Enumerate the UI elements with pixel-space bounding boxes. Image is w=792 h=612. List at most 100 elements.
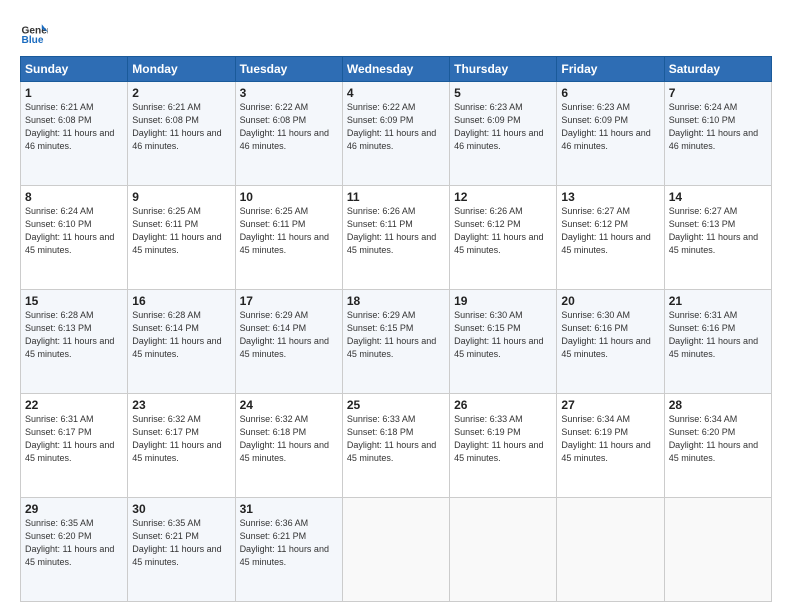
day-number: 30: [132, 502, 230, 516]
day-info: Sunrise: 6:32 AMSunset: 6:18 PMDaylight:…: [240, 414, 329, 463]
day-number: 22: [25, 398, 123, 412]
day-number: 26: [454, 398, 552, 412]
calendar-table: SundayMondayTuesdayWednesdayThursdayFrid…: [20, 56, 772, 602]
day-cell: 17 Sunrise: 6:29 AMSunset: 6:14 PMDaylig…: [235, 290, 342, 394]
day-cell: 30 Sunrise: 6:35 AMSunset: 6:21 PMDaylig…: [128, 498, 235, 602]
weekday-header: Saturday: [664, 57, 771, 82]
day-info: Sunrise: 6:22 AMSunset: 6:09 PMDaylight:…: [347, 102, 436, 151]
day-number: 9: [132, 190, 230, 204]
day-number: 11: [347, 190, 445, 204]
day-cell: 7 Sunrise: 6:24 AMSunset: 6:10 PMDayligh…: [664, 82, 771, 186]
day-cell: [664, 498, 771, 602]
day-number: 5: [454, 86, 552, 100]
day-number: 18: [347, 294, 445, 308]
day-cell: 11 Sunrise: 6:26 AMSunset: 6:11 PMDaylig…: [342, 186, 449, 290]
day-cell: 28 Sunrise: 6:34 AMSunset: 6:20 PMDaylig…: [664, 394, 771, 498]
day-number: 2: [132, 86, 230, 100]
day-cell: [342, 498, 449, 602]
day-info: Sunrise: 6:31 AMSunset: 6:16 PMDaylight:…: [669, 310, 758, 359]
day-info: Sunrise: 6:33 AMSunset: 6:18 PMDaylight:…: [347, 414, 436, 463]
day-cell: 14 Sunrise: 6:27 AMSunset: 6:13 PMDaylig…: [664, 186, 771, 290]
day-info: Sunrise: 6:36 AMSunset: 6:21 PMDaylight:…: [240, 518, 329, 567]
logo: General Blue: [20, 18, 48, 46]
day-number: 23: [132, 398, 230, 412]
weekday-header: Tuesday: [235, 57, 342, 82]
day-info: Sunrise: 6:26 AMSunset: 6:12 PMDaylight:…: [454, 206, 543, 255]
day-cell: 23 Sunrise: 6:32 AMSunset: 6:17 PMDaylig…: [128, 394, 235, 498]
day-number: 10: [240, 190, 338, 204]
logo-icon: General Blue: [20, 18, 48, 46]
day-number: 28: [669, 398, 767, 412]
day-info: Sunrise: 6:24 AMSunset: 6:10 PMDaylight:…: [25, 206, 114, 255]
week-row: 1 Sunrise: 6:21 AMSunset: 6:08 PMDayligh…: [21, 82, 772, 186]
day-info: Sunrise: 6:32 AMSunset: 6:17 PMDaylight:…: [132, 414, 221, 463]
day-number: 27: [561, 398, 659, 412]
day-number: 14: [669, 190, 767, 204]
day-number: 16: [132, 294, 230, 308]
day-info: Sunrise: 6:29 AMSunset: 6:14 PMDaylight:…: [240, 310, 329, 359]
day-info: Sunrise: 6:35 AMSunset: 6:20 PMDaylight:…: [25, 518, 114, 567]
weekday-header-row: SundayMondayTuesdayWednesdayThursdayFrid…: [21, 57, 772, 82]
weekday-header: Sunday: [21, 57, 128, 82]
day-info: Sunrise: 6:33 AMSunset: 6:19 PMDaylight:…: [454, 414, 543, 463]
day-info: Sunrise: 6:23 AMSunset: 6:09 PMDaylight:…: [561, 102, 650, 151]
day-cell: [557, 498, 664, 602]
day-cell: 1 Sunrise: 6:21 AMSunset: 6:08 PMDayligh…: [21, 82, 128, 186]
day-cell: 12 Sunrise: 6:26 AMSunset: 6:12 PMDaylig…: [450, 186, 557, 290]
week-row: 8 Sunrise: 6:24 AMSunset: 6:10 PMDayligh…: [21, 186, 772, 290]
day-number: 20: [561, 294, 659, 308]
day-number: 15: [25, 294, 123, 308]
day-cell: 2 Sunrise: 6:21 AMSunset: 6:08 PMDayligh…: [128, 82, 235, 186]
day-cell: 3 Sunrise: 6:22 AMSunset: 6:08 PMDayligh…: [235, 82, 342, 186]
day-number: 7: [669, 86, 767, 100]
day-cell: 21 Sunrise: 6:31 AMSunset: 6:16 PMDaylig…: [664, 290, 771, 394]
day-info: Sunrise: 6:28 AMSunset: 6:14 PMDaylight:…: [132, 310, 221, 359]
day-cell: 29 Sunrise: 6:35 AMSunset: 6:20 PMDaylig…: [21, 498, 128, 602]
day-number: 24: [240, 398, 338, 412]
day-number: 4: [347, 86, 445, 100]
day-info: Sunrise: 6:22 AMSunset: 6:08 PMDaylight:…: [240, 102, 329, 151]
day-cell: 24 Sunrise: 6:32 AMSunset: 6:18 PMDaylig…: [235, 394, 342, 498]
day-number: 8: [25, 190, 123, 204]
day-info: Sunrise: 6:30 AMSunset: 6:15 PMDaylight:…: [454, 310, 543, 359]
day-cell: 5 Sunrise: 6:23 AMSunset: 6:09 PMDayligh…: [450, 82, 557, 186]
day-cell: 4 Sunrise: 6:22 AMSunset: 6:09 PMDayligh…: [342, 82, 449, 186]
day-number: 6: [561, 86, 659, 100]
day-number: 25: [347, 398, 445, 412]
calendar-page: General Blue SundayMondayTuesdayWednesda…: [0, 0, 792, 612]
day-number: 29: [25, 502, 123, 516]
week-row: 22 Sunrise: 6:31 AMSunset: 6:17 PMDaylig…: [21, 394, 772, 498]
day-cell: 18 Sunrise: 6:29 AMSunset: 6:15 PMDaylig…: [342, 290, 449, 394]
day-info: Sunrise: 6:24 AMSunset: 6:10 PMDaylight:…: [669, 102, 758, 151]
day-number: 13: [561, 190, 659, 204]
day-cell: 22 Sunrise: 6:31 AMSunset: 6:17 PMDaylig…: [21, 394, 128, 498]
day-cell: 13 Sunrise: 6:27 AMSunset: 6:12 PMDaylig…: [557, 186, 664, 290]
day-cell: 31 Sunrise: 6:36 AMSunset: 6:21 PMDaylig…: [235, 498, 342, 602]
day-info: Sunrise: 6:30 AMSunset: 6:16 PMDaylight:…: [561, 310, 650, 359]
day-cell: 25 Sunrise: 6:33 AMSunset: 6:18 PMDaylig…: [342, 394, 449, 498]
day-number: 31: [240, 502, 338, 516]
day-cell: 20 Sunrise: 6:30 AMSunset: 6:16 PMDaylig…: [557, 290, 664, 394]
header: General Blue: [20, 18, 772, 46]
day-info: Sunrise: 6:21 AMSunset: 6:08 PMDaylight:…: [25, 102, 114, 151]
weekday-header: Thursday: [450, 57, 557, 82]
svg-text:Blue: Blue: [22, 35, 44, 46]
day-info: Sunrise: 6:27 AMSunset: 6:13 PMDaylight:…: [669, 206, 758, 255]
day-cell: 8 Sunrise: 6:24 AMSunset: 6:10 PMDayligh…: [21, 186, 128, 290]
week-row: 15 Sunrise: 6:28 AMSunset: 6:13 PMDaylig…: [21, 290, 772, 394]
day-cell: 6 Sunrise: 6:23 AMSunset: 6:09 PMDayligh…: [557, 82, 664, 186]
day-cell: 10 Sunrise: 6:25 AMSunset: 6:11 PMDaylig…: [235, 186, 342, 290]
day-number: 17: [240, 294, 338, 308]
day-number: 12: [454, 190, 552, 204]
weekday-header: Wednesday: [342, 57, 449, 82]
day-info: Sunrise: 6:23 AMSunset: 6:09 PMDaylight:…: [454, 102, 543, 151]
weekday-header: Monday: [128, 57, 235, 82]
day-cell: [450, 498, 557, 602]
day-info: Sunrise: 6:26 AMSunset: 6:11 PMDaylight:…: [347, 206, 436, 255]
day-number: 3: [240, 86, 338, 100]
day-info: Sunrise: 6:21 AMSunset: 6:08 PMDaylight:…: [132, 102, 221, 151]
week-row: 29 Sunrise: 6:35 AMSunset: 6:20 PMDaylig…: [21, 498, 772, 602]
day-cell: 16 Sunrise: 6:28 AMSunset: 6:14 PMDaylig…: [128, 290, 235, 394]
day-info: Sunrise: 6:34 AMSunset: 6:19 PMDaylight:…: [561, 414, 650, 463]
day-number: 19: [454, 294, 552, 308]
